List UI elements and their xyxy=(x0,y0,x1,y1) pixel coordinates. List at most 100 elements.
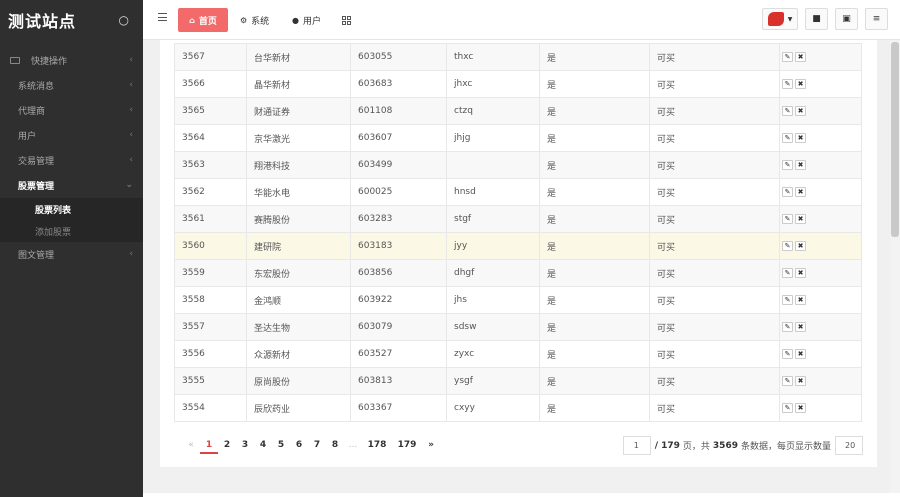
close-icon[interactable]: ✖ xyxy=(795,187,806,197)
close-icon[interactable]: ✖ xyxy=(795,52,806,62)
cell-id: 3557 xyxy=(174,313,247,341)
page-number[interactable]: 3 xyxy=(236,436,254,454)
page-numbers: 12345678 xyxy=(200,436,344,454)
menu-icon[interactable] xyxy=(158,13,167,21)
cell-pinyin: zyxc xyxy=(446,340,540,368)
close-icon[interactable]: ✖ xyxy=(795,79,806,89)
cell-code: 603683 xyxy=(350,70,447,98)
page-number[interactable]: 8 xyxy=(326,436,344,454)
edit-icon[interactable]: ✎ xyxy=(782,376,793,386)
table-row: 3562 华能水电 600025 hnsd 是可买 ✎ ✖ xyxy=(174,178,862,206)
page-number[interactable]: 1 xyxy=(200,436,218,454)
close-icon[interactable]: ✖ xyxy=(795,133,806,143)
sidebar-subitem-add-stock[interactable]: 添加股票 xyxy=(0,220,143,242)
edit-icon[interactable]: ✎ xyxy=(782,214,793,224)
cell-actions: ✎ ✖ xyxy=(779,43,862,71)
sidebar-item-media[interactable]: 图文管理 ‹ xyxy=(0,242,143,267)
cell-tradable: 可买 xyxy=(649,43,780,71)
close-icon[interactable]: ✖ xyxy=(795,403,806,413)
page-number[interactable]: 7 xyxy=(308,436,326,454)
cell-id: 3566 xyxy=(174,70,247,98)
page-number[interactable]: 179 xyxy=(392,436,422,454)
sidebar-item-users[interactable]: 用户 ‹ xyxy=(0,123,143,148)
sidebar-item-trades[interactable]: 交易管理 ‹ xyxy=(0,148,143,173)
cell-id: 3564 xyxy=(174,124,247,152)
page-number[interactable]: 6 xyxy=(290,436,308,454)
tab-home[interactable]: ⌂ 首页 xyxy=(178,8,228,32)
droplet-icon[interactable]: ○ xyxy=(119,13,129,27)
prev-page-button[interactable]: « xyxy=(182,436,200,454)
logo: 测试站点 ○ xyxy=(0,0,143,40)
page-jump-input[interactable]: 1 xyxy=(622,436,651,455)
cell-pinyin: jhjg xyxy=(446,124,540,152)
close-icon[interactable]: ✖ xyxy=(795,376,806,386)
tab-system[interactable]: ⚙ 系统 xyxy=(240,8,269,32)
cell-code: 600025 xyxy=(350,178,447,206)
cell-status: 是 xyxy=(539,43,650,71)
table-row: 3559 东宏股份 603856 dhgf 是可买 ✎ ✖ xyxy=(174,259,862,287)
edit-icon[interactable]: ✎ xyxy=(782,106,793,116)
page-number[interactable]: 5 xyxy=(272,436,290,454)
edit-icon[interactable]: ✎ xyxy=(782,52,793,62)
tab-user[interactable]: ● 用户 xyxy=(292,8,321,32)
cell-code: 603367 xyxy=(350,394,447,422)
cell-status: 是 xyxy=(539,340,650,368)
chevron-left-icon: ‹ xyxy=(129,249,133,259)
clear-cache-button[interactable]: ■ xyxy=(805,8,828,30)
page-size-input[interactable]: 20 xyxy=(835,436,863,455)
edit-icon[interactable]: ✎ xyxy=(782,160,793,170)
topbar-actions: ▼ ■ ▣ ≡ xyxy=(762,8,888,30)
sidebar-item-label: 交易管理 xyxy=(18,157,55,167)
edit-icon[interactable]: ✎ xyxy=(782,241,793,251)
cell-actions: ✎ ✖ xyxy=(779,232,862,260)
cell-pinyin: ctzq xyxy=(446,97,540,125)
page-number[interactable]: 2 xyxy=(218,436,236,454)
close-icon[interactable]: ✖ xyxy=(795,268,806,278)
folder-icon xyxy=(10,57,20,64)
edit-icon[interactable]: ✎ xyxy=(782,322,793,332)
sidebar-item-stocks[interactable]: 股票管理 ⌄ xyxy=(0,173,143,198)
scrollbar-thumb[interactable] xyxy=(891,42,899,237)
sidebar-item-agents[interactable]: 代理商 ‹ xyxy=(0,98,143,123)
edit-icon[interactable]: ✎ xyxy=(782,349,793,359)
sidebar-item-label: 快捷操作 xyxy=(31,57,68,67)
edit-icon[interactable]: ✎ xyxy=(782,79,793,89)
close-icon[interactable]: ✖ xyxy=(795,106,806,116)
edit-icon[interactable]: ✎ xyxy=(782,187,793,197)
cell-tradable: 可买 xyxy=(649,97,780,125)
cell-tradable: 可买 xyxy=(649,232,780,260)
home-icon: ⌂ xyxy=(189,15,195,25)
close-icon[interactable]: ✖ xyxy=(795,214,806,224)
close-icon[interactable]: ✖ xyxy=(795,241,806,251)
cell-pinyin: jyy xyxy=(446,232,540,260)
chevron-left-icon: ‹ xyxy=(129,155,133,165)
fullscreen-button[interactable]: ▣ xyxy=(835,8,858,30)
scrollbar[interactable] xyxy=(890,40,900,497)
cell-actions: ✎ ✖ xyxy=(779,205,862,233)
edit-icon[interactable]: ✎ xyxy=(782,295,793,305)
settings-panel-button[interactable]: ≡ xyxy=(865,8,888,30)
edit-icon[interactable]: ✎ xyxy=(782,133,793,143)
close-icon[interactable]: ✖ xyxy=(795,160,806,170)
page-number[interactable]: 4 xyxy=(254,436,272,454)
close-icon[interactable]: ✖ xyxy=(795,322,806,332)
next-page-button[interactable]: » xyxy=(422,436,440,454)
cell-status: 是 xyxy=(539,70,650,98)
sidebar: 测试站点 ○ 快捷操作 ‹ 系统消息 ‹ 代理商 ‹ 用户 ‹ 交易管理 ‹ 股… xyxy=(0,0,143,497)
sidebar-subitem-stock-list[interactable]: 股票列表 xyxy=(0,198,143,220)
close-icon[interactable]: ✖ xyxy=(795,349,806,359)
sidebar-item-messages[interactable]: 系统消息 ‹ xyxy=(0,73,143,98)
edit-icon[interactable]: ✎ xyxy=(782,268,793,278)
cell-tradable: 可买 xyxy=(649,340,780,368)
sidebar-item-shortcuts[interactable]: 快捷操作 ‹ xyxy=(0,48,143,73)
avatar-dropdown[interactable]: ▼ xyxy=(762,8,798,30)
page-number[interactable]: 178 xyxy=(362,436,392,454)
table-row: 3560 建研院 603183 jyy 是可买 ✎ ✖ xyxy=(174,232,862,260)
topbar: ⌂ 首页 ⚙ 系统 ● 用户 ▼ ■ ▣ ≡ xyxy=(143,0,900,40)
cell-pinyin: jhxc xyxy=(446,70,540,98)
sidebar-item-label: 系统消息 xyxy=(18,82,55,92)
tab-grid[interactable] xyxy=(342,8,351,32)
main-content: 3567 台华新材 603055 thxc 是可买 ✎ ✖ 3566 晶华新材 603683 jhx… xyxy=(143,40,900,497)
close-icon[interactable]: ✖ xyxy=(795,295,806,305)
edit-icon[interactable]: ✎ xyxy=(782,403,793,413)
